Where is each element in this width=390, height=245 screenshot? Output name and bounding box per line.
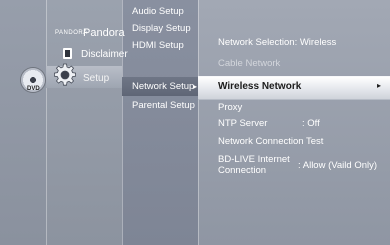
chevron-right-icon: ▸	[377, 81, 382, 90]
chevron-right-icon: ▸	[193, 82, 198, 91]
setup-menu-screen: DVD PANDORA Pandora Disclaimer Setup Aud…	[0, 0, 390, 245]
disc-label: DVD	[27, 86, 40, 92]
submenu-item-audio-setup[interactable]: Audio Setup	[132, 6, 184, 17]
submenu-item-parental-setup[interactable]: Parental Setup	[132, 100, 195, 111]
network-selection-row[interactable]: Network Selection: Wireless	[218, 37, 336, 48]
submenu-item-display-setup[interactable]: Display Setup	[132, 23, 191, 34]
submenu-column	[122, 0, 198, 245]
main-menu-item-disclaimer[interactable]: Disclaimer	[81, 49, 128, 60]
divider	[198, 0, 199, 245]
ntp-server-label: NTP Server	[218, 118, 268, 129]
bdlive-connection-row[interactable]: BD-LIVE Internet Connection : Allow (Vai…	[218, 154, 388, 178]
main-menu-item-pandora[interactable]: Pandora	[83, 27, 125, 39]
network-connection-test-item[interactable]: Network Connection Test	[218, 136, 323, 147]
cable-network-item[interactable]: Cable Network	[218, 58, 280, 69]
network-selection-value: : Wireless	[294, 37, 337, 48]
ntp-server-row[interactable]: NTP Server : Off	[218, 118, 386, 129]
main-menu-item-setup[interactable]: Setup	[83, 73, 109, 84]
network-selection-label: Network Selection	[218, 37, 295, 48]
bdlive-value: : Allow (Vaild Only)	[298, 160, 378, 171]
divider	[46, 0, 47, 245]
document-icon	[63, 48, 72, 59]
gear-icon	[54, 63, 76, 86]
submenu-item-hdmi-setup[interactable]: HDMI Setup	[132, 40, 184, 51]
icon-column	[0, 0, 46, 245]
submenu-item-network-setup[interactable]: Network Setup	[132, 81, 194, 92]
wireless-network-item[interactable]: Wireless Network	[218, 81, 301, 92]
proxy-item[interactable]: Proxy	[218, 102, 242, 113]
ntp-server-value: : Off	[302, 118, 320, 129]
